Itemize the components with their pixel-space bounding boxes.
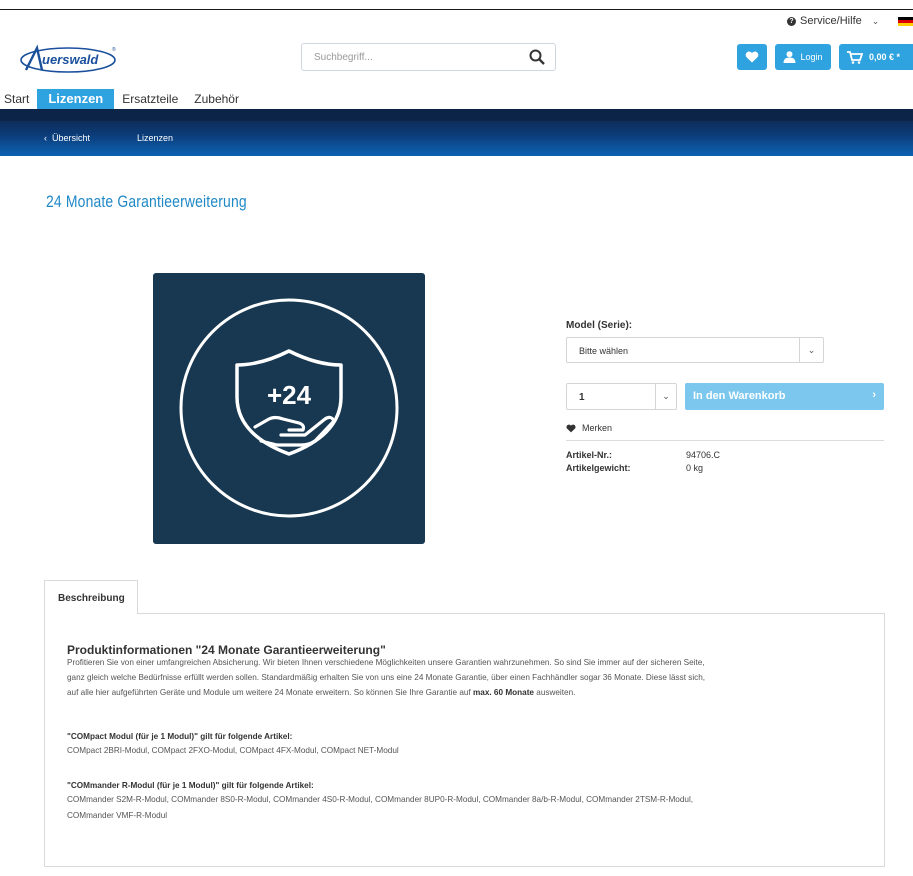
svg-text:®: ®	[112, 46, 116, 53]
login-button[interactable]: Login	[775, 44, 831, 70]
cart-total: 0,00 € *	[869, 52, 901, 62]
language-flag-icon[interactable]	[898, 17, 913, 26]
article-number-value: 94706.C	[686, 450, 721, 460]
top-divider	[0, 9, 913, 10]
page-title: 24 Monate Garantieerweiterung	[46, 192, 247, 211]
article-number-label: Artikel-Nr.:	[566, 450, 613, 460]
svg-text:+24: +24	[267, 380, 312, 410]
article-weight-label: Artikelgewicht:	[566, 463, 631, 473]
description-text-line: Profitieren Sie von einer umfangreichen …	[67, 658, 705, 667]
warranty-shield-icon: +24	[179, 298, 399, 518]
search-icon[interactable]	[529, 49, 545, 65]
nav-item-ersatzteile[interactable]: Ersatzteile	[114, 89, 186, 109]
heart-icon	[566, 424, 576, 432]
product-image[interactable]: +24	[153, 273, 425, 544]
divider	[566, 440, 884, 441]
compact-items: COMpact 2BRI-Modul, COMpact 2FXO-Modul, …	[67, 746, 399, 755]
chevron-right-icon: ›	[872, 389, 876, 401]
tab-description-label: Beschreibung	[58, 593, 125, 604]
description-highlight: max. 60 Monate	[473, 688, 534, 697]
nav-item-lizenzen[interactable]: Lizenzen	[37, 89, 115, 109]
user-icon	[783, 51, 796, 63]
help-icon: ?	[787, 16, 796, 26]
header-band	[0, 109, 913, 121]
commander-items: COMmander VMF-R-Modul	[67, 811, 168, 820]
nav-item-start[interactable]: Start	[0, 89, 37, 109]
wishlist-button[interactable]	[737, 44, 767, 70]
add-to-cart-label: In den Warenkorb	[693, 390, 786, 402]
search-input[interactable]	[302, 44, 529, 70]
nav-item-zubehoer[interactable]: Zubehör	[186, 89, 247, 109]
breadcrumb-back-label: Übersicht	[52, 133, 91, 143]
compact-heading: "COMpact Modul (für je 1 Modul)" gilt fü…	[67, 732, 293, 741]
login-label: Login	[800, 52, 823, 62]
wishlist-link[interactable]: Merken	[566, 423, 612, 433]
search-box	[301, 43, 556, 71]
service-help-menu[interactable]: ? Service/Hilfe ⌄	[787, 15, 879, 27]
breadcrumb-back[interactable]: ‹ Übersicht	[44, 133, 90, 143]
chevron-left-icon: ‹	[44, 133, 47, 143]
tab-description[interactable]: Beschreibung	[44, 580, 138, 614]
add-to-cart-button[interactable]: In den Warenkorb ›	[685, 383, 884, 410]
article-weight-value: 0 kg	[686, 463, 704, 473]
description-text: auf alle hier aufgeführten Geräte und Mo…	[67, 688, 471, 697]
model-select[interactable]: Bitte wählen ⌄	[566, 337, 824, 363]
chevron-down-icon: ⌄	[799, 338, 823, 362]
cart-icon	[847, 50, 863, 64]
chevron-down-icon: ⌄	[871, 15, 880, 26]
model-label: Model (Serie):	[566, 320, 633, 331]
commander-heading: "COMmander R-Modul (für je 1 Modul)" gil…	[67, 781, 314, 790]
chevron-down-icon: ⌄	[655, 384, 676, 409]
quantity-select[interactable]: 1 ⌄	[566, 383, 677, 410]
commander-items: COMmander S2M-R-Modul, COMmander 8S0-R-M…	[67, 795, 694, 804]
description-text: ausweiten.	[536, 688, 576, 697]
quantity-value: 1	[579, 392, 585, 403]
description-text-line: auf alle hier aufgeführten Geräte und Mo…	[67, 685, 877, 700]
breadcrumb-current[interactable]: Lizenzen	[137, 133, 173, 143]
heart-icon	[745, 51, 759, 63]
model-select-value: Bitte wählen	[579, 346, 629, 356]
cart-button[interactable]: 0,00 € *	[839, 44, 913, 70]
main-navigation: Start Lizenzen Ersatzteile Zubehör	[0, 89, 247, 109]
svg-text:uerswald: uerswald	[42, 52, 99, 67]
wishlist-label: Merken	[582, 423, 613, 433]
service-help-label: Service/Hilfe	[800, 15, 862, 27]
description-text-line: ganz gleich welche Bedürfnisse erfüllt w…	[67, 673, 706, 682]
logo[interactable]: uerswald ®	[18, 43, 118, 75]
